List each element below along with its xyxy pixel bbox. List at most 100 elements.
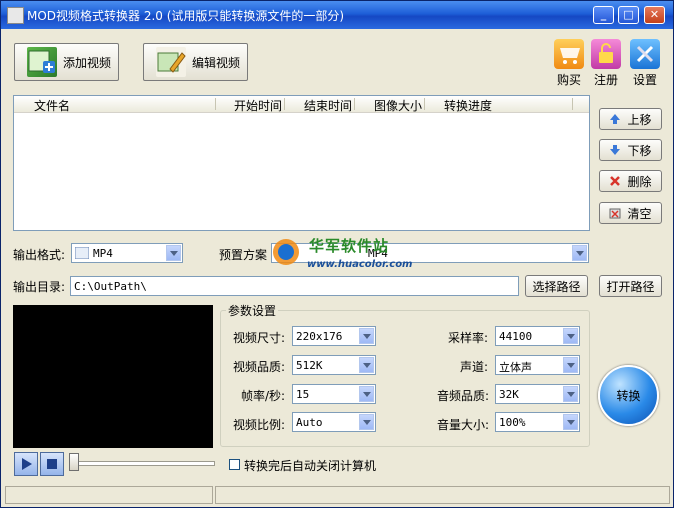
choose-path-label: 选择路径: [532, 279, 581, 294]
film-plus-icon: [28, 50, 55, 73]
settings-button[interactable]: 设置: [628, 39, 662, 88]
lock-icon: [591, 39, 621, 69]
file-list[interactable]: 文件名 开始时间 结束时间 图像大小 转换进度: [13, 95, 590, 231]
window-title: MOD视频格式转换器 2.0 (试用版只能转换源文件的一部分): [27, 9, 345, 23]
chevron-down-icon[interactable]: [563, 386, 578, 402]
buy-label: 购买: [556, 73, 581, 87]
preset-label: 预置方案: [219, 248, 268, 262]
chevron-down-icon[interactable]: [166, 245, 181, 261]
audio-quality-value: 32K: [499, 388, 519, 401]
output-format-select[interactable]: MP4: [71, 243, 183, 263]
open-path-label: 打开路径: [606, 279, 655, 294]
column-filename[interactable]: 文件名: [34, 97, 70, 114]
chevron-down-icon[interactable]: [359, 414, 374, 430]
arrow-up-icon: [610, 114, 621, 124]
chevron-down-icon[interactable]: [563, 328, 578, 344]
fps-select[interactable]: 15: [292, 384, 376, 404]
close-button[interactable]: ✕: [644, 6, 665, 24]
minimize-button[interactable]: _: [593, 6, 614, 24]
app-window: MOD视频格式转换器 2.0 (试用版只能转换源文件的一部分) _ □ ✕ 添加…: [0, 0, 674, 508]
play-button[interactable]: [14, 452, 38, 476]
channel-label: 声道:: [460, 360, 489, 374]
seek-track[interactable]: [73, 461, 215, 466]
delete-x-icon: [610, 176, 621, 186]
arrow-down-icon: [610, 145, 621, 155]
fps-label: 帧率/秒:: [241, 389, 286, 403]
volume-value: 100%: [499, 416, 526, 429]
open-path-button[interactable]: 打开路径: [599, 275, 662, 297]
title-bar[interactable]: MOD视频格式转换器 2.0 (试用版只能转换源文件的一部分) _ □ ✕: [1, 1, 673, 29]
delete-button[interactable]: 删除: [599, 170, 662, 192]
buy-button[interactable]: 购买: [552, 39, 586, 88]
video-quality-select[interactable]: 512K: [292, 355, 376, 375]
cart-icon: [554, 39, 584, 69]
column-image-size[interactable]: 图像大小: [374, 97, 422, 114]
video-size-select[interactable]: 220x176: [292, 326, 376, 346]
add-video-label: 添加视频: [63, 55, 112, 70]
video-quality-value: 512K: [296, 359, 323, 372]
chevron-down-icon[interactable]: [359, 328, 374, 344]
film-pencil-icon: [157, 52, 186, 73]
auto-shutdown-label[interactable]: 转换完后自动关闭计算机: [244, 457, 376, 474]
chevron-down-icon[interactable]: [359, 386, 374, 402]
move-down-label: 下移: [627, 143, 652, 158]
register-button[interactable]: 注册: [589, 39, 623, 88]
status-bar: [1, 484, 673, 508]
edit-video-button[interactable]: 编辑视频: [143, 43, 248, 81]
auto-shutdown-checkbox[interactable]: [229, 459, 240, 470]
register-label: 注册: [593, 73, 618, 87]
app-icon: [7, 7, 24, 24]
channel-select[interactable]: 立体声: [495, 355, 580, 375]
params-group-title: 参数设置: [226, 302, 279, 319]
aspect-label: 视频比例:: [233, 418, 286, 432]
file-list-header: 文件名 开始时间 结束时间 图像大小 转换进度: [14, 96, 589, 113]
choose-path-button[interactable]: 选择路径: [525, 275, 588, 297]
stop-button[interactable]: [40, 452, 64, 476]
status-pane-right: [215, 486, 670, 504]
audio-quality-label: 音频品质:: [437, 389, 490, 403]
aspect-select[interactable]: Auto: [292, 412, 376, 432]
move-up-button[interactable]: 上移: [599, 108, 662, 130]
convert-label: 转换: [616, 389, 641, 403]
watermark-logo: 华军软件站 www.huacolor.com: [271, 237, 412, 275]
channel-value: 立体声: [499, 361, 532, 374]
convert-button[interactable]: 转换: [598, 365, 659, 426]
chevron-down-icon[interactable]: [563, 357, 578, 373]
watermark-emblem-icon: [273, 239, 299, 265]
column-progress[interactable]: 转换进度: [444, 97, 492, 114]
move-down-button[interactable]: 下移: [599, 139, 662, 161]
settings-label: 设置: [632, 73, 657, 87]
edit-video-icon: [156, 47, 186, 77]
video-size-label: 视频尺寸:: [233, 331, 286, 345]
clear-button[interactable]: 清空: [599, 202, 662, 224]
output-dir-value: C:\OutPath\: [74, 280, 147, 293]
chevron-down-icon[interactable]: [572, 245, 587, 261]
tools-icon: [630, 39, 660, 69]
seek-slider-handle[interactable]: [69, 453, 79, 471]
add-video-icon: [27, 47, 57, 77]
output-dir-input[interactable]: C:\OutPath\: [70, 276, 519, 296]
status-pane-left: [5, 486, 213, 504]
output-dir-label: 输出目录:: [13, 280, 66, 294]
edit-video-label: 编辑视频: [192, 55, 241, 70]
output-format-value: MP4: [93, 247, 113, 260]
maximize-button[interactable]: □: [618, 6, 639, 24]
sample-rate-select[interactable]: 44100: [495, 326, 580, 346]
mp4-file-icon: [75, 247, 89, 259]
audio-quality-select[interactable]: 32K: [495, 384, 580, 404]
watermark-brand: 华军软件站: [309, 237, 390, 255]
fps-value: 15: [296, 388, 310, 401]
clear-label: 清空: [627, 206, 652, 221]
chevron-down-icon[interactable]: [359, 357, 374, 373]
column-start-time[interactable]: 开始时间: [234, 97, 282, 114]
play-icon: [22, 458, 32, 470]
volume-select[interactable]: 100%: [495, 412, 580, 432]
add-video-button[interactable]: 添加视频: [14, 43, 119, 81]
chevron-down-icon[interactable]: [563, 414, 578, 430]
clear-list-icon: [609, 208, 621, 219]
video-size-value: 220x176: [296, 330, 343, 343]
delete-label: 删除: [627, 174, 652, 189]
stop-icon: [47, 459, 57, 469]
video-preview: [13, 305, 213, 448]
column-end-time[interactable]: 结束时间: [304, 97, 352, 114]
